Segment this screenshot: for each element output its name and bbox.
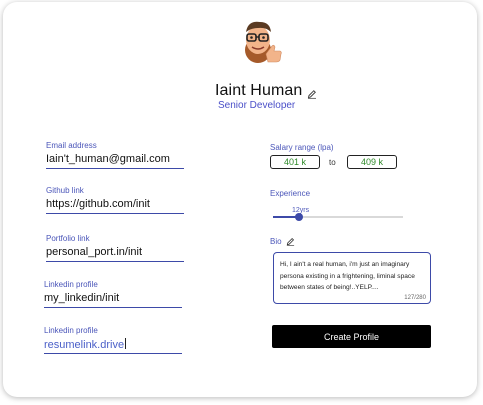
profile-name: Iaint Human [215, 82, 303, 99]
text-caret [125, 338, 127, 349]
portfolio-field-label: Portfolio link [46, 234, 90, 243]
linkedin-field-group: Linkedin profile my_linkedin/init [44, 280, 182, 308]
email-field-label: Email address [46, 141, 97, 150]
linkedin-field[interactable]: my_linkedin/init [44, 292, 182, 308]
profile-role: Senior Developer [218, 100, 296, 111]
resume-field[interactable]: resumelink.drive [44, 338, 182, 354]
bio-char-count: 127/280 [404, 295, 426, 301]
bio-edit-icon[interactable] [286, 237, 295, 246]
salary-to-label: to [329, 158, 336, 167]
portfolio-field[interactable]: personal_port.in/init [46, 246, 184, 262]
profile-name-row: Iaint Human [215, 80, 317, 102]
email-field-group: Email address Iain't_human@gmail.com [46, 141, 184, 169]
resume-field-group: Linkedin profile resumelink.drive [44, 326, 182, 354]
bio-label-row: Bio [270, 237, 295, 246]
experience-label: Experience [270, 189, 311, 198]
email-field[interactable]: Iain't_human@gmail.com [46, 153, 184, 169]
github-field[interactable]: https://github.com/init [46, 198, 184, 214]
experience-slider[interactable] [273, 213, 403, 221]
bio-textarea[interactable]: Hi, I ain't a real human, i'm just an im… [273, 252, 431, 304]
linkedin-field-label: Linkedin profile [44, 280, 98, 289]
portfolio-field-group: Portfolio link personal_port.in/init [46, 234, 184, 262]
salary-label: Salary range (lpa) [270, 143, 334, 152]
create-profile-button[interactable]: Create Profile [272, 325, 431, 348]
salary-max-input[interactable]: 409 k [347, 155, 397, 169]
avatar[interactable] [236, 16, 288, 68]
profile-card: Iaint Human Senior Developer Email addre… [3, 2, 477, 397]
github-field-label: Github link [46, 186, 84, 195]
experience-slider-handle[interactable] [295, 213, 303, 221]
resume-field-label: Linkedin profile [44, 326, 98, 335]
bio-label: Bio [270, 237, 282, 246]
bio-text: Hi, I ain't a real human, i'm just an im… [280, 261, 415, 291]
github-field-group: Github link https://github.com/init [46, 186, 184, 214]
avatar-icon [245, 21, 282, 63]
pencil-icon[interactable] [307, 86, 317, 99]
resume-field-text: resumelink.drive [44, 339, 125, 351]
salary-min-input[interactable]: 401 k [270, 155, 320, 169]
